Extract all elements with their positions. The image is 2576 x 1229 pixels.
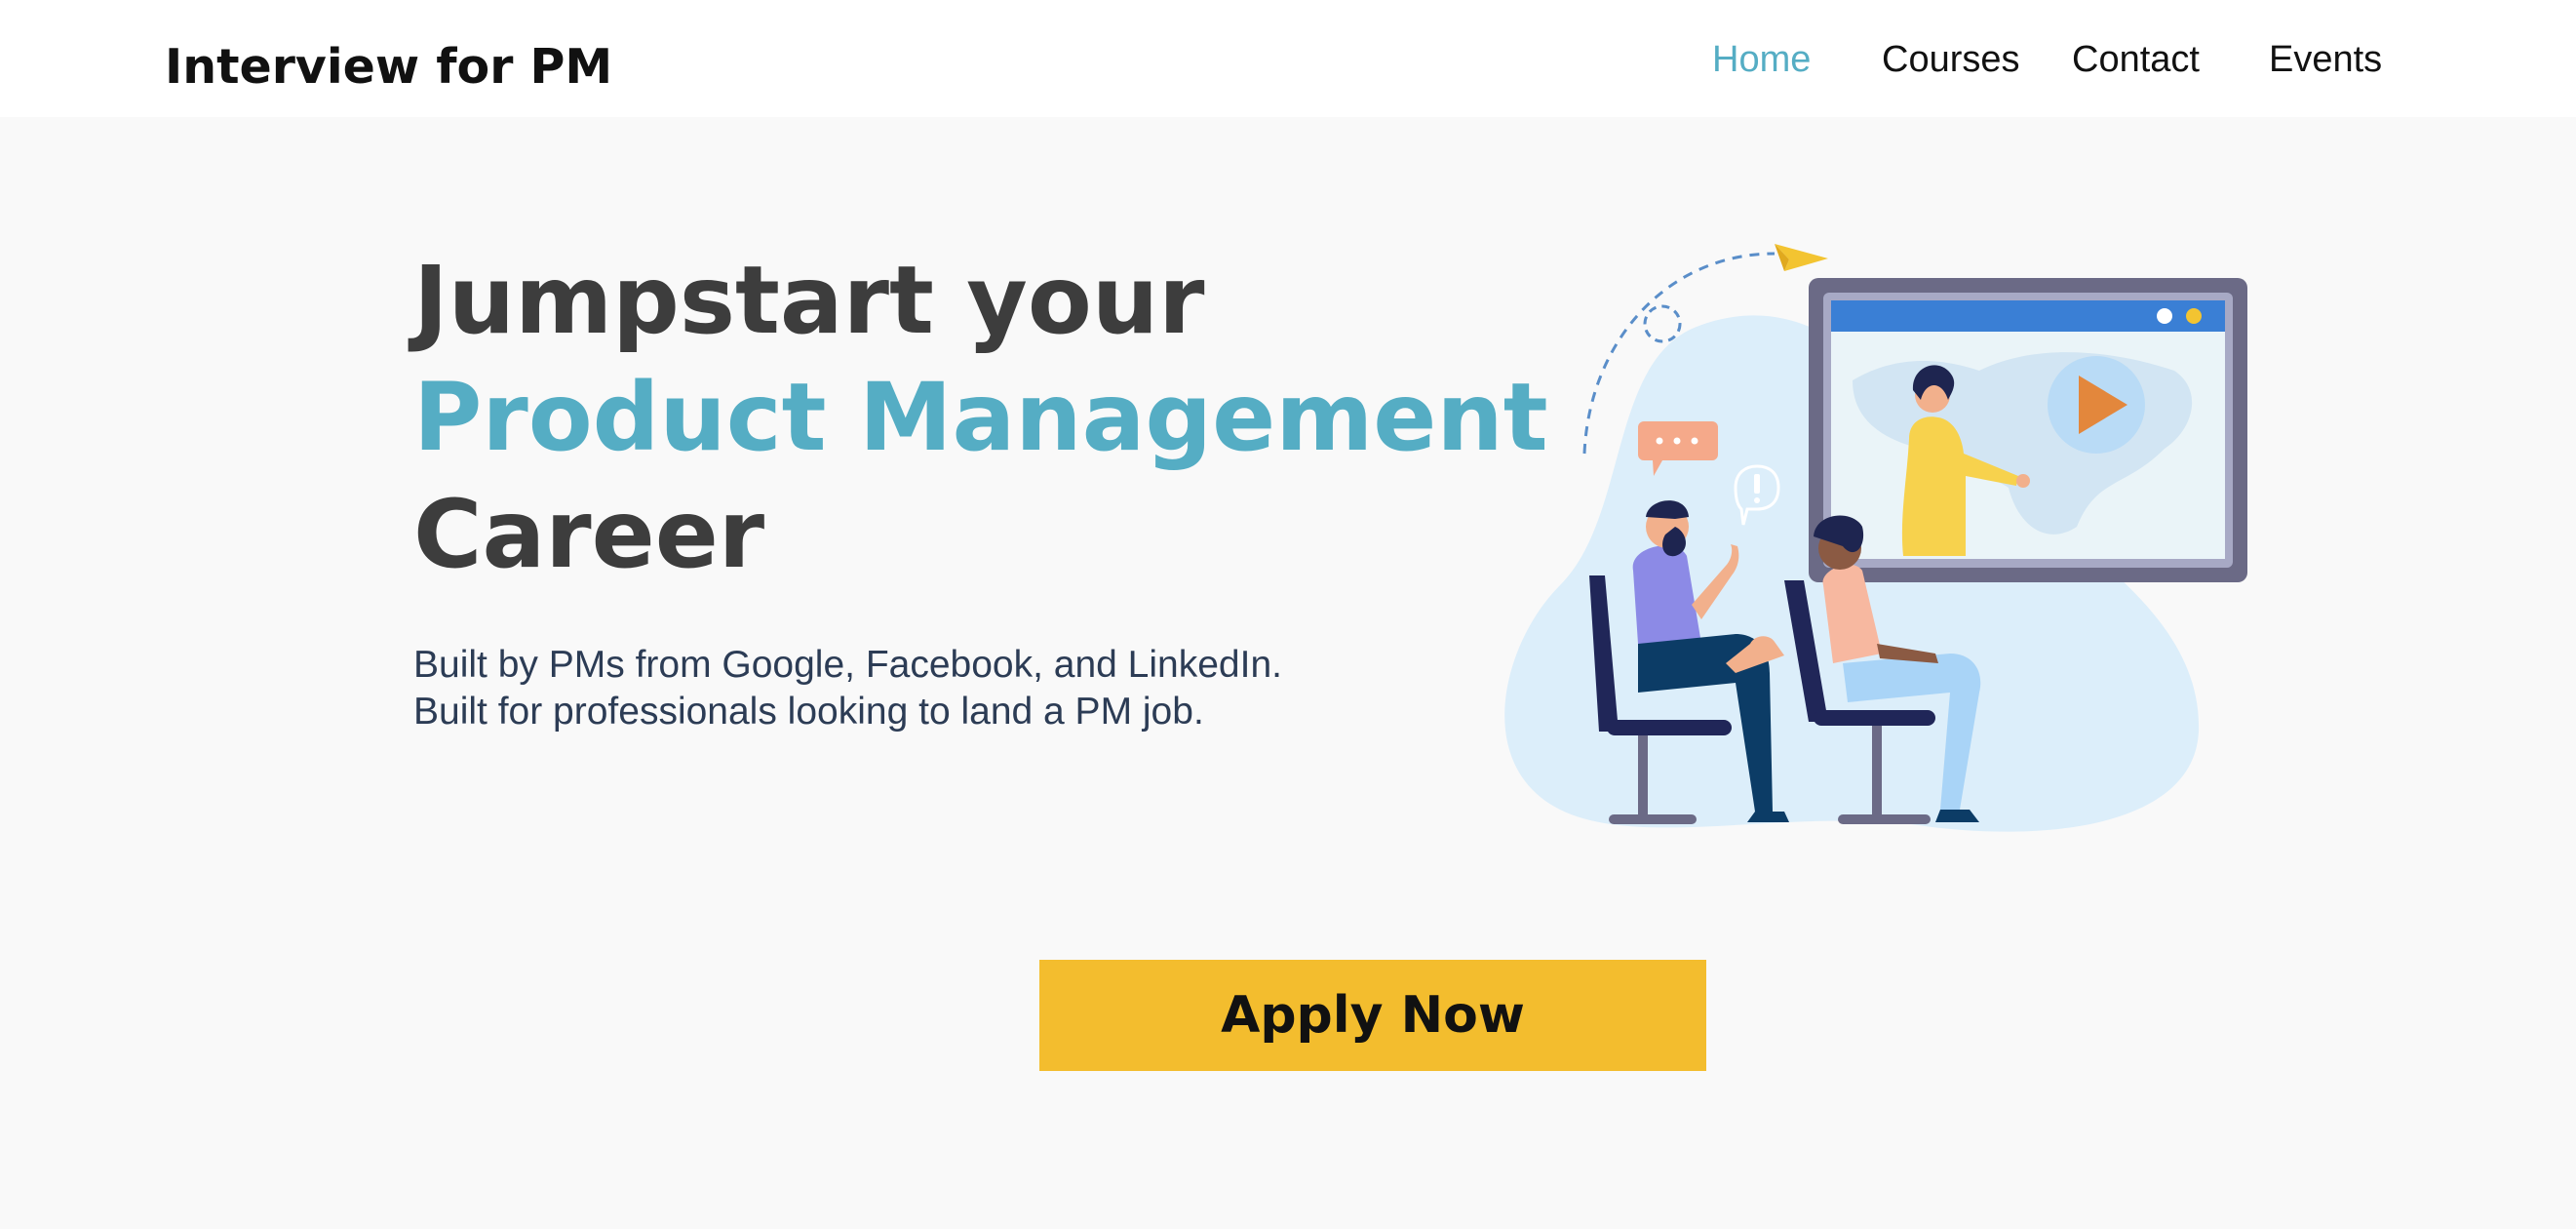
play-icon — [2048, 356, 2145, 454]
nav-link-home[interactable]: Home — [1712, 39, 1811, 81]
hero-heading-line-2: Product Management — [413, 363, 1548, 472]
nav-link-events[interactable]: Events — [2269, 39, 2382, 81]
nav-link-contact[interactable]: Contact — [2072, 39, 2200, 81]
hero-heading-line-1: Jumpstart your — [413, 246, 1205, 355]
hero-heading-line-3: Career — [413, 480, 765, 589]
online-classroom-illustration — [1504, 244, 2247, 832]
paper-plane-icon — [1775, 244, 1828, 271]
nav-link-courses[interactable]: Courses — [1882, 39, 2020, 81]
trail-loop — [1643, 304, 1682, 343]
hero-subtitle: Built by PMs from Google, Facebook, and … — [413, 642, 1282, 735]
top-navigation-bar: Interview for PM Home Courses Contact Ev… — [0, 0, 2576, 117]
apply-now-button[interactable]: Apply Now — [1039, 960, 1706, 1071]
monitor-screen — [1809, 278, 2247, 582]
hero-subtitle-line-2: Built for professionals looking to land … — [413, 691, 1204, 733]
hero-heading: Jumpstart your Product Management Career — [413, 242, 1548, 593]
brand-logo-text[interactable]: Interview for PM — [165, 39, 612, 95]
hero-subtitle-line-1: Built by PMs from Google, Facebook, and … — [413, 644, 1282, 686]
